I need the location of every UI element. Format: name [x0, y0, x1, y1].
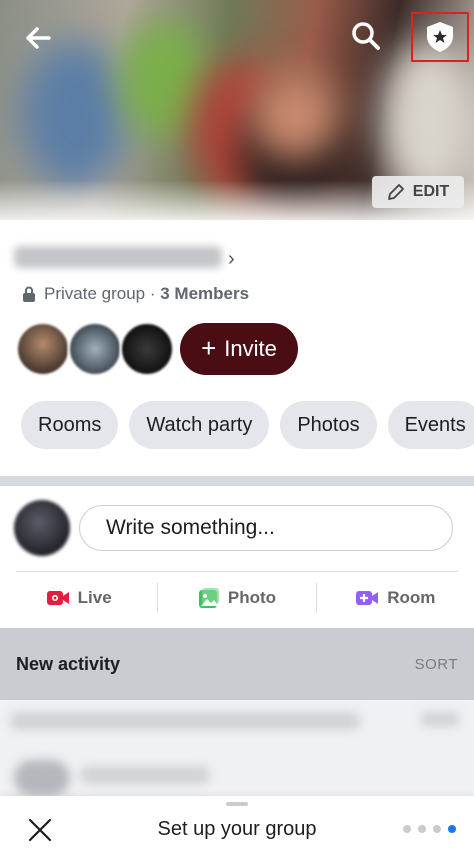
page-dot — [403, 825, 411, 833]
invite-button[interactable]: + Invite — [180, 323, 298, 375]
page-dot-active — [448, 825, 456, 833]
edit-cover-button[interactable]: EDIT — [372, 176, 464, 208]
member-count[interactable]: 3 Members — [160, 284, 249, 303]
chevron-right-icon[interactable]: › — [228, 248, 235, 271]
group-name[interactable] — [14, 240, 226, 274]
group-name-redacted — [14, 246, 222, 268]
pencil-icon — [387, 184, 404, 200]
composer-actions: Live Photo Room — [0, 575, 474, 621]
admin-tools-button[interactable] — [411, 12, 469, 62]
video-room-icon — [356, 591, 379, 605]
write-something-input[interactable]: Write something... — [79, 505, 453, 551]
page-dot — [433, 825, 441, 833]
avatar — [120, 322, 174, 376]
new-activity-header: New activity SORT — [0, 628, 474, 700]
composer-placeholder: Write something... — [106, 516, 275, 539]
chip-photos[interactable]: Photos — [280, 401, 377, 449]
photo-button[interactable]: Photo — [158, 575, 315, 621]
section-divider — [0, 476, 474, 486]
sheet-handle[interactable] — [226, 802, 248, 806]
room-button[interactable]: Room — [317, 575, 474, 621]
chip-rooms[interactable]: Rooms — [21, 401, 119, 449]
search-icon — [352, 22, 380, 50]
live-video-icon — [46, 591, 69, 605]
chip-events[interactable]: Events — [387, 401, 474, 449]
search-button[interactable] — [346, 16, 386, 56]
chip-watch-party[interactable]: Watch party — [129, 401, 270, 449]
lock-icon — [23, 286, 35, 302]
live-button[interactable]: Live — [0, 575, 157, 621]
avatar — [16, 322, 70, 376]
feed-preview — [0, 700, 474, 800]
setup-sheet[interactable]: Set up your group — [0, 796, 474, 860]
back-button[interactable] — [18, 18, 58, 58]
member-avatars[interactable] — [16, 322, 176, 378]
plus-icon: + — [201, 332, 217, 363]
divider — [16, 571, 458, 572]
invite-label: Invite — [224, 336, 277, 361]
arrow-left-icon — [26, 27, 51, 49]
privacy-label: Private group · — [44, 284, 161, 303]
group-tabs: Rooms Watch party Photos Events — [21, 401, 474, 449]
live-label: Live — [77, 588, 112, 607]
sort-button[interactable]: SORT — [415, 656, 458, 673]
edit-label: EDIT — [412, 183, 450, 200]
group-meta: Private group · 3 Members — [22, 284, 249, 304]
page-dot — [418, 825, 426, 833]
page-indicator — [403, 825, 456, 833]
activity-title: New activity — [16, 653, 121, 674]
avatar[interactable] — [14, 500, 70, 556]
shield-star-icon — [427, 22, 453, 52]
photo-icon — [198, 588, 219, 608]
photo-label: Photo — [227, 588, 277, 607]
avatar — [68, 322, 122, 376]
room-label: Room — [387, 588, 436, 607]
